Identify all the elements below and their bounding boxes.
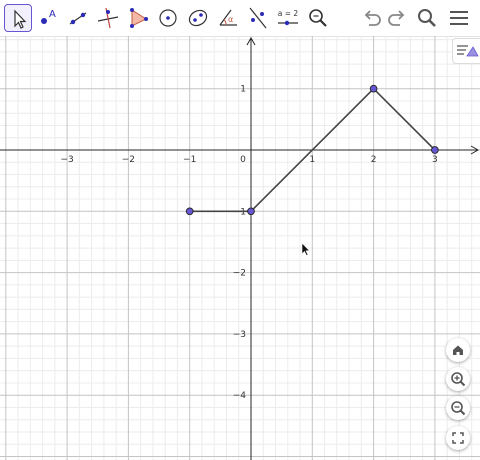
home-icon — [453, 345, 463, 355]
search-icon — [418, 9, 436, 27]
search-button[interactable] — [414, 5, 440, 31]
y-tick-label: −3 — [233, 330, 246, 340]
graphics-view[interactable]: −3 −2 −1 0 1 2 3 1 −1 −2 −3 −4 — [0, 36, 480, 460]
point — [369, 84, 378, 93]
zoom-tool[interactable] — [304, 4, 332, 32]
angle-icon: α — [219, 9, 237, 26]
angle-tool[interactable]: α — [214, 4, 242, 32]
point — [247, 207, 255, 216]
redo-button[interactable] — [384, 5, 410, 31]
x-tick-label: −2 — [122, 155, 135, 165]
toolbar: A α a = 2 — [0, 0, 480, 37]
zoom-out-button[interactable] — [446, 396, 470, 420]
redo-icon — [388, 10, 405, 26]
segment-icon — [69, 12, 87, 25]
main-menu-button[interactable] — [446, 5, 472, 31]
circle-icon — [159, 9, 177, 27]
reflect-tool[interactable] — [244, 4, 272, 32]
x-tick-label: 2 — [371, 155, 377, 165]
slider-icon: a = 2 — [278, 9, 299, 26]
point — [431, 146, 439, 154]
style-bar-toggle[interactable] — [452, 38, 480, 64]
x-tick-label: 3 — [432, 155, 438, 165]
polygon-icon — [130, 8, 148, 28]
conic-tool[interactable] — [184, 4, 212, 32]
x-tick-label: 0 — [240, 155, 246, 165]
zoom-out-icon — [451, 401, 466, 416]
x-tick-label: −3 — [60, 155, 73, 165]
undo-icon — [364, 10, 381, 26]
perpendicular-line-tool[interactable] — [94, 4, 122, 32]
mouse-cursor-icon — [301, 242, 311, 256]
move-tool[interactable] — [4, 4, 32, 32]
x-tick-label: −1 — [183, 155, 196, 165]
magnifier-zoom-icon — [309, 9, 327, 27]
y-tick-label: −1 — [233, 207, 246, 217]
polygon-tool[interactable] — [124, 4, 152, 32]
circle-tool[interactable] — [154, 4, 182, 32]
angle-tool-label: α — [228, 15, 233, 24]
point — [185, 207, 194, 216]
point-tool[interactable]: A — [34, 4, 62, 32]
fullscreen-button[interactable] — [446, 426, 470, 450]
point-icon: A — [41, 9, 56, 24]
y-tick-label: −4 — [233, 391, 247, 401]
y-tick-label: 1 — [240, 85, 246, 95]
x-tick-label: 1 — [309, 155, 315, 165]
cursor-arrow-icon — [14, 9, 27, 29]
y-tick-label: −2 — [233, 269, 246, 279]
menu-icon — [450, 11, 468, 25]
zoom-in-icon — [451, 372, 466, 387]
home-button[interactable] — [446, 338, 470, 362]
tick-labels: −3 −2 −1 0 1 2 3 1 −1 −2 −3 −4 — [60, 85, 437, 402]
segment — [373, 88, 436, 151]
geogebra-app: A α a = 2 −3 −2 −1 0 1 2 3 1 −1 −2 −3 −4 — [0, 0, 480, 460]
zoom-in-button[interactable] — [446, 367, 470, 391]
reflect-icon — [249, 7, 267, 29]
slider-tool[interactable]: a = 2 — [274, 4, 302, 32]
point-tool-label: A — [49, 9, 56, 20]
slider-tool-label: a = 2 — [278, 9, 299, 18]
ellipse-icon — [188, 9, 208, 27]
undo-button[interactable] — [359, 5, 385, 31]
style-bar-icon — [457, 45, 479, 57]
line-tool[interactable] — [64, 4, 92, 32]
perpendicular-icon — [97, 7, 119, 29]
fullscreen-icon — [452, 432, 464, 444]
